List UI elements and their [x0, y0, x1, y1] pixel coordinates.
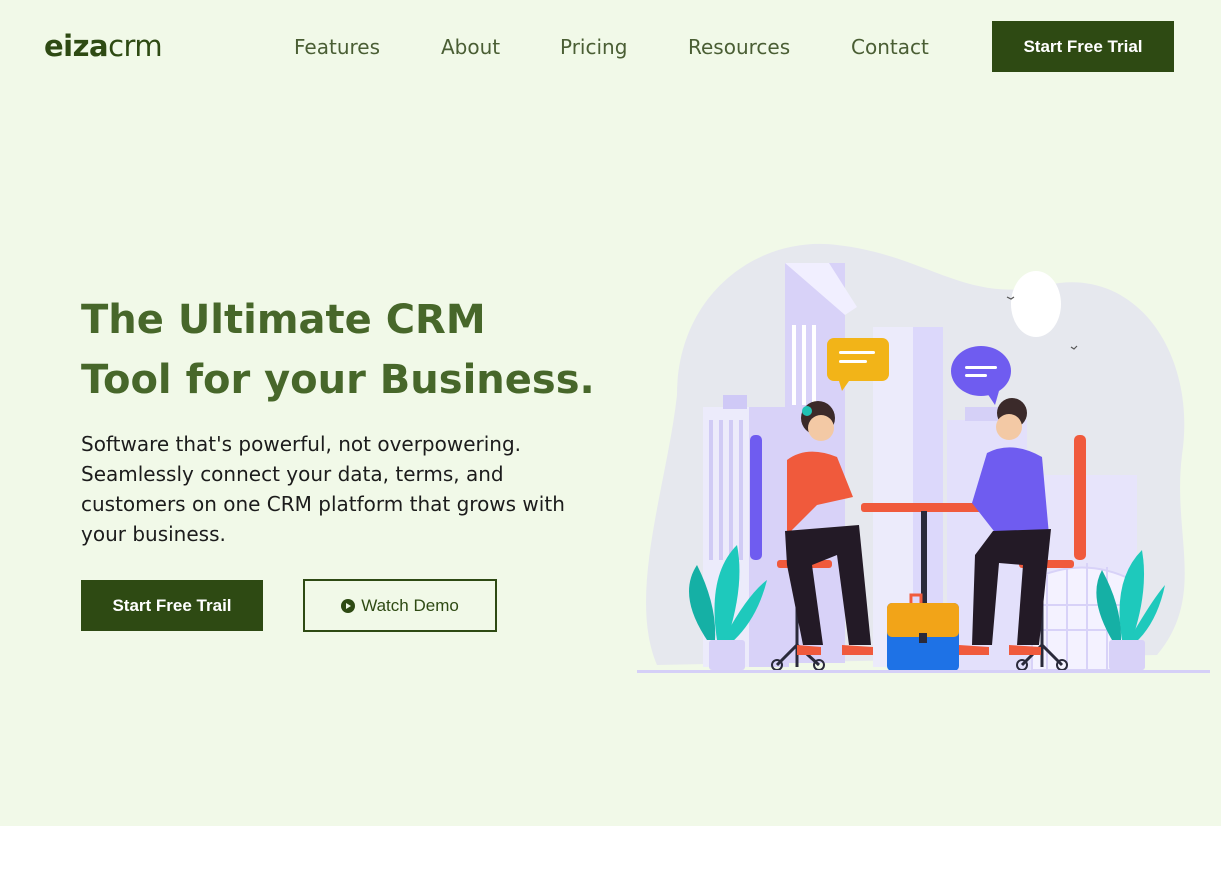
headline-line-1: The Ultimate CRM: [81, 297, 486, 343]
logo-bold-text: eiza: [44, 29, 109, 63]
watch-demo-button[interactable]: Watch Demo: [303, 579, 497, 632]
nav-link-about[interactable]: About: [441, 33, 500, 61]
nav-link-contact[interactable]: Contact: [851, 33, 929, 61]
watch-demo-label: Watch Demo: [361, 595, 459, 615]
brand-logo[interactable]: eizacrm: [44, 28, 163, 64]
briefcase: [887, 593, 959, 671]
hero-start-trial-label: Start Free Trail: [112, 595, 232, 615]
hero-subtext: Software that's powerful, not overpoweri…: [81, 432, 565, 546]
hero-section: eizacrm Features About Pricing Resources…: [0, 0, 1221, 826]
start-free-trial-label: Start Free Trial: [1023, 36, 1143, 56]
play-icon: [341, 598, 356, 613]
hero-start-trial-button[interactable]: Start Free Trail: [81, 580, 263, 631]
headline-line-2: Tool for your Business.: [81, 357, 595, 403]
nav-link-features[interactable]: Features: [294, 33, 380, 61]
logo-light-text: crm: [108, 29, 163, 63]
nav-link-resources[interactable]: Resources: [688, 33, 790, 61]
hero-headline: The Ultimate CRM Tool for your Business.: [81, 290, 601, 410]
start-free-trial-button[interactable]: Start Free Trial: [992, 21, 1174, 72]
moon-shape: [1011, 271, 1061, 337]
hero-illustration: [637, 243, 1210, 673]
nav-link-pricing[interactable]: Pricing: [560, 33, 627, 61]
